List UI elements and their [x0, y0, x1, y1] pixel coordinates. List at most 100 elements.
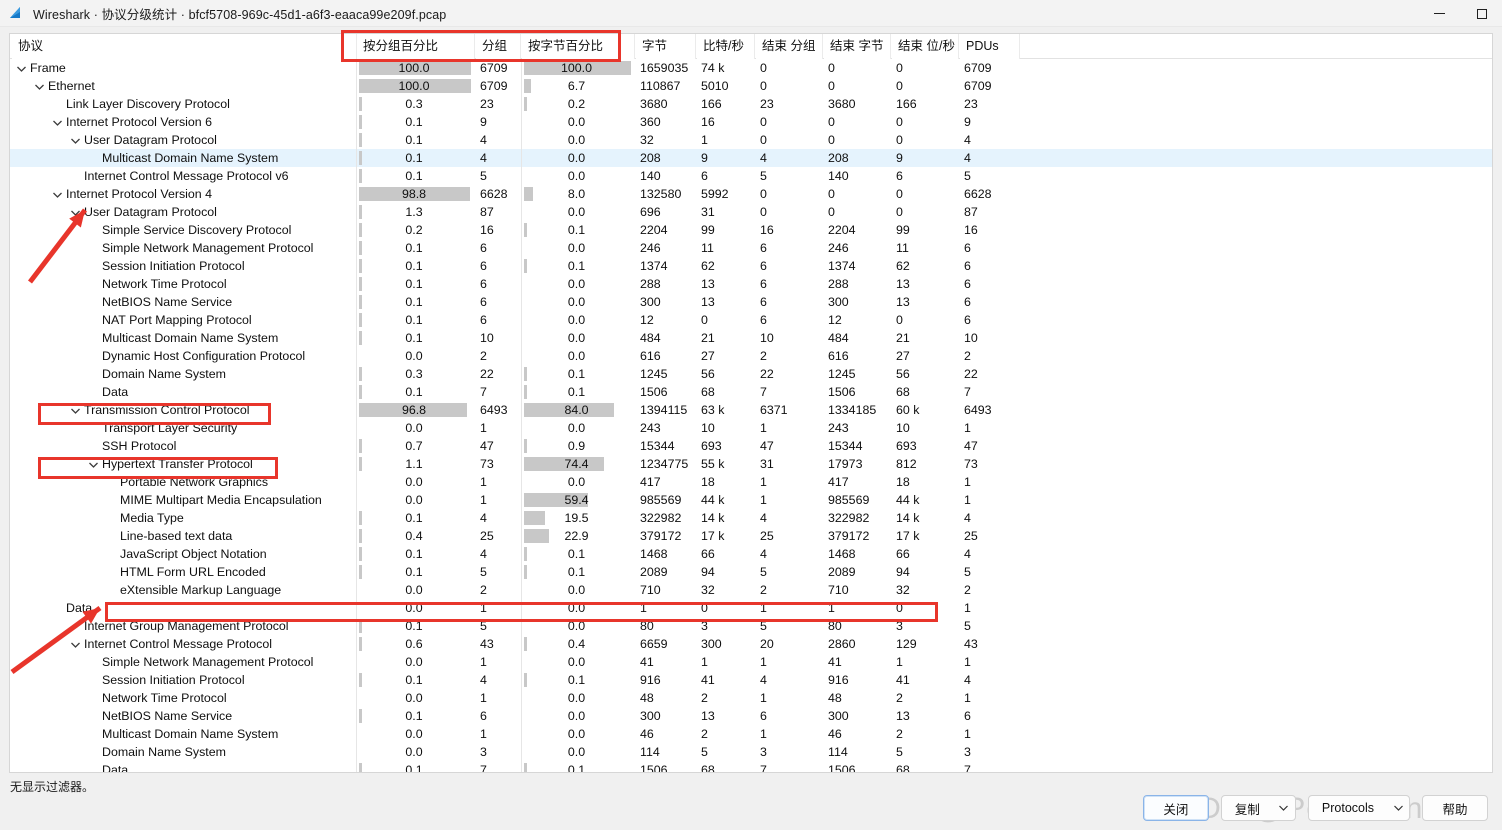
cell-bits_s: 99 [701, 223, 715, 237]
chevron-down-icon[interactable] [86, 455, 100, 473]
table-row[interactable]: SSH Protocol 0.7 0.9 47 15344 693 47 15344 693 47 [10, 437, 1492, 455]
table-row[interactable]: Dynamic Host Configuration Protocol 0.0 0.… [10, 347, 1492, 365]
chevron-down-icon[interactable] [1273, 796, 1295, 820]
column-header-protocol[interactable]: 协议 [12, 34, 357, 59]
window-title: Wireshark · 协议分级统计 · bfcf5708-969c-45d1-… [33, 7, 447, 22]
table-row[interactable]: Data 0.1 0.1 7 1506 68 7 1506 68 7 [10, 761, 1492, 772]
table-row[interactable]: Line-based text data 0.4 22.9 25 379172 17 k 2… [10, 527, 1492, 545]
table-row[interactable]: Simple Network Management Protocol 0.0 0.0… [10, 653, 1492, 671]
table-row[interactable]: Internet Control Message Protocol v6 0.1 0… [10, 167, 1492, 185]
chevron-down-icon[interactable] [68, 131, 82, 149]
chevron-down-icon[interactable] [68, 401, 82, 419]
cell-bytes: 1659035 [640, 61, 689, 75]
table-row[interactable]: Internet Control Message Protocol 0.6 0.4 4… [10, 635, 1492, 653]
table-row[interactable]: Multicast Domain Name System 0.0 0.0 1 46 2 1 4… [10, 725, 1492, 743]
protocol-name-cell: Internet Group Management Protocol [84, 619, 289, 633]
cell-end_bits_s: 14 k [896, 511, 920, 525]
protocols-split-button[interactable]: Protocols [1307, 795, 1410, 821]
cell-end_bytes: 114 [828, 745, 848, 759]
table-row[interactable]: Session Initiation Protocol 0.1 0.1 4 916 41 4… [10, 671, 1492, 689]
table-row[interactable]: MIME Multipart Media Encapsulation 0.0 59.… [10, 491, 1492, 509]
table-row[interactable]: Link Layer Discovery Protocol 0.3 0.2 23 368… [10, 95, 1492, 113]
column-header-packets[interactable]: 分组 [476, 34, 521, 59]
minimize-button[interactable] [1416, 0, 1462, 27]
column-header-end_bits_s[interactable]: 结束 位/秒 [892, 34, 959, 59]
cell-end_bytes: 12 [828, 313, 842, 327]
protocol-tree[interactable]: Frame 100.0 100.0 6709 1659035 74 k 0 0 0 6709 Eth… [10, 59, 1492, 772]
column-header-pct_packets[interactable]: 按分组百分比 [357, 34, 475, 59]
chevron-down-icon[interactable] [68, 635, 82, 653]
cell-pct_bytes: 0.0 [567, 745, 586, 759]
cell-end_bits_s: 41 [896, 673, 910, 687]
cell-bits_s: 32 [701, 583, 715, 597]
column-header-bytes[interactable]: 字节 [636, 34, 696, 59]
table-row[interactable]: Data 0.0 0.0 1 1 0 1 1 0 1 [10, 599, 1492, 617]
column-header-end_bytes[interactable]: 结束 字节 [824, 34, 891, 59]
column-separator [356, 635, 357, 653]
chevron-down-icon[interactable] [50, 113, 64, 131]
cell-pdus: 4 [964, 511, 971, 525]
cell-bits_s: 66 [701, 547, 715, 561]
table-row[interactable]: eXtensible Markup Language 0.0 0.0 2 710 32 2 7… [10, 581, 1492, 599]
table-row[interactable]: Simple Service Discovery Protocol 0.2 0.1 1… [10, 221, 1492, 239]
cell-end_bits_s: 11 [896, 241, 909, 255]
column-header-end_packets[interactable]: 结束 分组 [756, 34, 823, 59]
maximize-button[interactable] [1462, 0, 1502, 27]
cell-packets: 2 [480, 583, 487, 597]
cell-bytes: 6659 [640, 637, 668, 651]
table-row[interactable]: Internet Protocol Version 6 0.1 0.0 9 360 16 0… [10, 113, 1492, 131]
table-row[interactable]: Domain Name System 0.0 0.0 3 114 5 3 114 5 3 [10, 743, 1492, 761]
column-header-pct_bytes[interactable]: 按字节百分比 [522, 34, 635, 59]
table-row[interactable]: Transmission Control Protocol 96.8 84.0 649… [10, 401, 1492, 419]
cell-end_packets: 1 [760, 655, 767, 669]
table-row[interactable]: NAT Port Mapping Protocol 0.1 0.0 6 12 0 6 12 0 6 [10, 311, 1492, 329]
cell-pdus: 5 [964, 565, 971, 579]
protocol-name-cell: Simple Network Management Protocol [102, 241, 314, 255]
table-row[interactable]: Internet Protocol Version 4 98.8 8.0 6628 13… [10, 185, 1492, 203]
table-row[interactable]: Portable Network Graphics 0.0 0.0 1 417 18 1 41… [10, 473, 1492, 491]
cell-pdus: 10 [964, 331, 978, 345]
column-header-bits_s[interactable]: 比特/秒 [697, 34, 755, 59]
table-row[interactable]: Network Time Protocol 0.1 0.0 6 288 13 6 288 13 6 [10, 275, 1492, 293]
column-separator [521, 689, 522, 707]
cell-end_packets: 6 [760, 295, 767, 309]
copy-button-label[interactable]: 复制 [1222, 796, 1273, 820]
table-row[interactable]: User Datagram Protocol 1.3 0.0 87 696 31 0 0 0 87 [10, 203, 1492, 221]
table-row[interactable]: Transport Layer Security 0.0 0.0 1 243 10 1 243… [10, 419, 1492, 437]
chevron-down-icon[interactable] [1387, 796, 1409, 820]
table-row[interactable]: Domain Name System 0.3 0.1 22 1245 56 22 1245 56… [10, 365, 1492, 383]
cell-bits_s: 1 [701, 133, 708, 147]
table-row[interactable]: Multicast Domain Name System 0.1 0.0 4 208 9 4… [10, 149, 1492, 167]
protocol-name-cell: Dynamic Host Configuration Protocol [102, 349, 306, 363]
table-row[interactable]: NetBIOS Name Service 0.1 0.0 6 300 13 6 300 13 6 [10, 293, 1492, 311]
table-row[interactable]: Hypertext Transfer Protocol 1.1 74.4 73 1234… [10, 455, 1492, 473]
column-separator [521, 743, 522, 761]
chevron-down-icon[interactable] [14, 59, 28, 77]
chevron-down-icon[interactable] [68, 203, 82, 221]
table-row[interactable]: Frame 100.0 100.0 6709 1659035 74 k 0 0 0 6709 [10, 59, 1492, 77]
copy-split-button[interactable]: 复制 [1220, 795, 1296, 821]
table-row[interactable]: Media Type 0.1 19.5 4 322982 14 k 4 322982 14 k 4 [10, 509, 1492, 527]
table-row[interactable]: Internet Group Management Protocol 0.1 0.0… [10, 617, 1492, 635]
table-row[interactable]: User Datagram Protocol 0.1 0.0 4 32 1 0 0 0 4 [10, 131, 1492, 149]
table-row[interactable]: Multicast Domain Name System 0.1 0.0 10 484 2… [10, 329, 1492, 347]
table-row[interactable]: Data 0.1 0.1 7 1506 68 7 1506 68 7 [10, 383, 1492, 401]
protocols-button-label[interactable]: Protocols [1309, 796, 1387, 820]
chevron-down-icon[interactable] [50, 185, 64, 203]
chevron-down-icon[interactable] [32, 77, 46, 95]
help-button[interactable]: 帮助 [1422, 795, 1488, 821]
column-separator [521, 329, 522, 347]
column-header-pdus[interactable]: PDUs [960, 34, 1020, 59]
close-button[interactable]: 关闭 [1142, 795, 1209, 821]
cell-bits_s: 41 [701, 673, 715, 687]
table-row[interactable]: JavaScript Object Notation 0.1 0.1 4 1468 66 4… [10, 545, 1492, 563]
table-row[interactable]: HTML Form URL Encoded 0.1 0.1 5 2089 94 5 2089 9… [10, 563, 1492, 581]
table-row[interactable]: Simple Network Management Protocol 0.1 0.0… [10, 239, 1492, 257]
table-row[interactable]: Network Time Protocol 0.0 0.0 1 48 2 1 48 2 1 [10, 689, 1492, 707]
cell-end_bits_s: 5 [896, 745, 903, 759]
column-separator [521, 203, 522, 221]
table-row[interactable]: Session Initiation Protocol 0.1 0.1 6 1374 62… [10, 257, 1492, 275]
cell-bytes: 360 [640, 115, 661, 129]
table-row[interactable]: Ethernet 100.0 6.7 6709 110867 5010 0 0 0 6709 [10, 77, 1492, 95]
table-row[interactable]: NetBIOS Name Service 0.1 0.0 6 300 13 6 300 13 6 [10, 707, 1492, 725]
